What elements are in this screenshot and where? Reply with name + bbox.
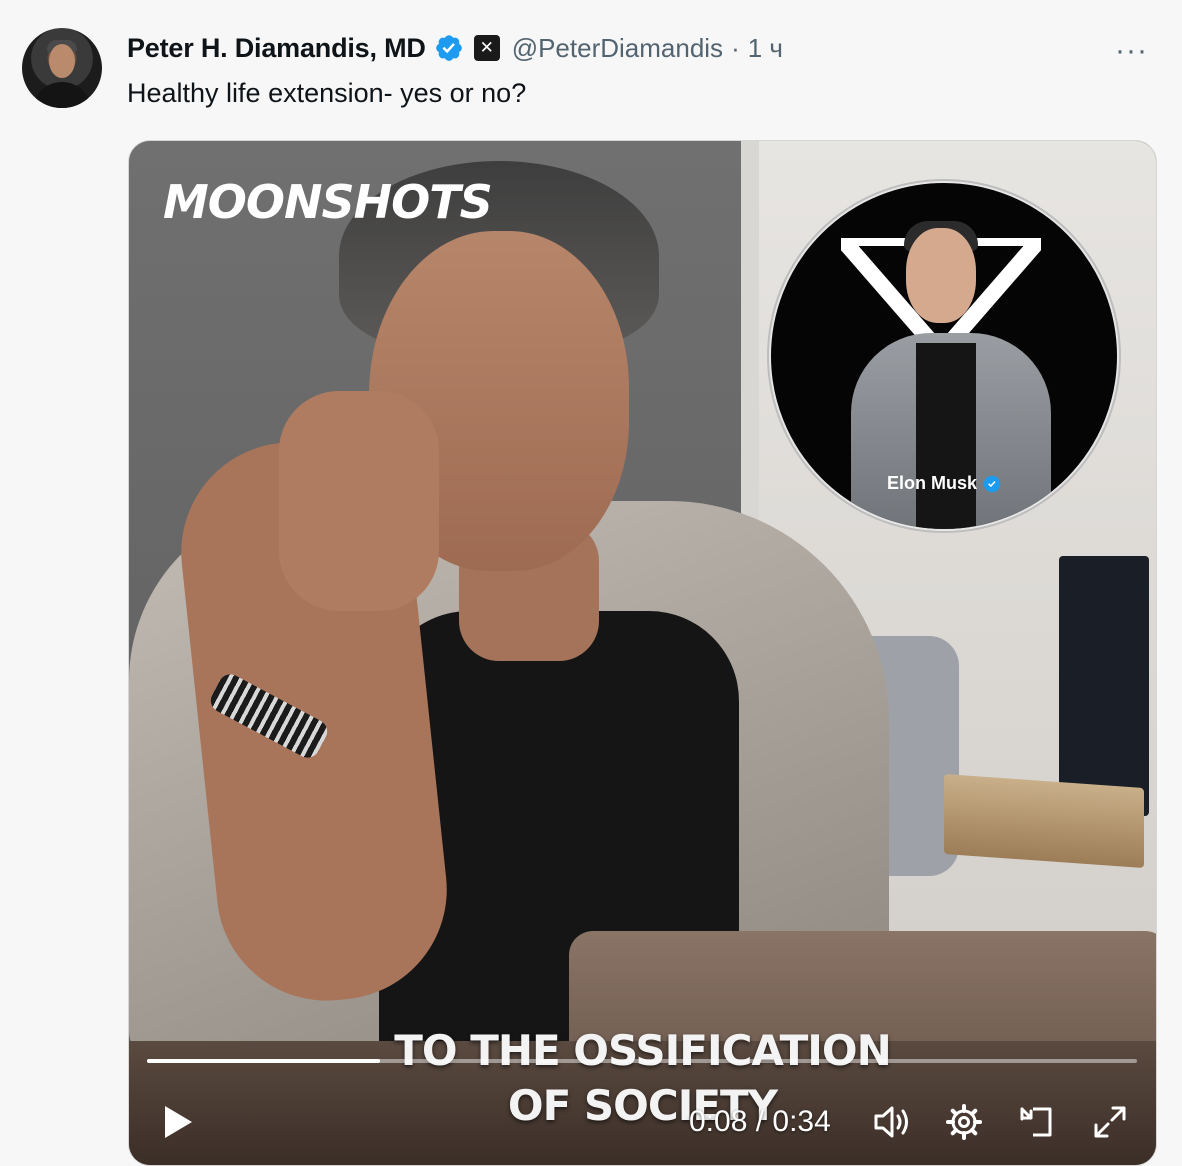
pip-button[interactable] (1013, 1089, 1059, 1155)
guest-name: Elon Musk (886, 473, 977, 493)
avatar[interactable] (22, 28, 102, 108)
scene-books (944, 774, 1144, 868)
scene-hand (279, 391, 439, 611)
volume-button[interactable] (869, 1089, 915, 1155)
video-timecode: 0:08 / 0:34 (689, 1105, 831, 1138)
fullscreen-icon (1094, 1106, 1126, 1138)
guest-inset: Elon Musk (769, 181, 1119, 531)
picture-in-picture-icon (1020, 1107, 1052, 1137)
video-controls: 0:08 / 0:34 (129, 1089, 1156, 1155)
tweet-text: Healthy life extension- yes or no? (127, 78, 527, 108)
play-button[interactable] (153, 1089, 203, 1155)
video-player[interactable]: MOONSHOTS Elon Musk TO THE OSSIFICATION … (128, 140, 1157, 1166)
tweet-header: Peter H. Diamandis, MD ✕ @PeterDiamandis… (127, 30, 783, 66)
scene-monitor (1059, 556, 1149, 816)
video-progress-fill (147, 1059, 380, 1063)
verified-badge-icon (435, 35, 462, 61)
tweet-timestamp[interactable]: 1 ч (748, 33, 783, 64)
author-name[interactable]: Peter H. Diamandis, MD (127, 33, 426, 64)
x-affiliate-icon[interactable]: ✕ (473, 35, 500, 61)
video-subtitle-line1: TO THE OSSIFICATION (394, 1026, 892, 1075)
play-icon (165, 1106, 192, 1138)
separator-dot: · (731, 32, 740, 63)
fullscreen-button[interactable] (1087, 1089, 1133, 1155)
volume-icon (874, 1106, 908, 1138)
video-progress-bar[interactable] (147, 1059, 1137, 1063)
avatar-face (49, 44, 75, 78)
guest-shirt (916, 343, 976, 529)
verified-badge-icon (983, 475, 1001, 492)
guest-caption: Elon Musk (771, 473, 1117, 494)
avatar-shirt (32, 82, 92, 108)
settings-button[interactable] (941, 1089, 987, 1155)
gear-icon (946, 1104, 982, 1140)
author-handle[interactable]: @PeterDiamandis (512, 33, 723, 64)
tweet: Peter H. Diamandis, MD ✕ @PeterDiamandis… (0, 0, 1182, 1166)
more-icon[interactable]: ··· (1115, 34, 1148, 68)
brand-overlay: MOONSHOTS (163, 175, 493, 229)
guest-face (906, 228, 976, 323)
